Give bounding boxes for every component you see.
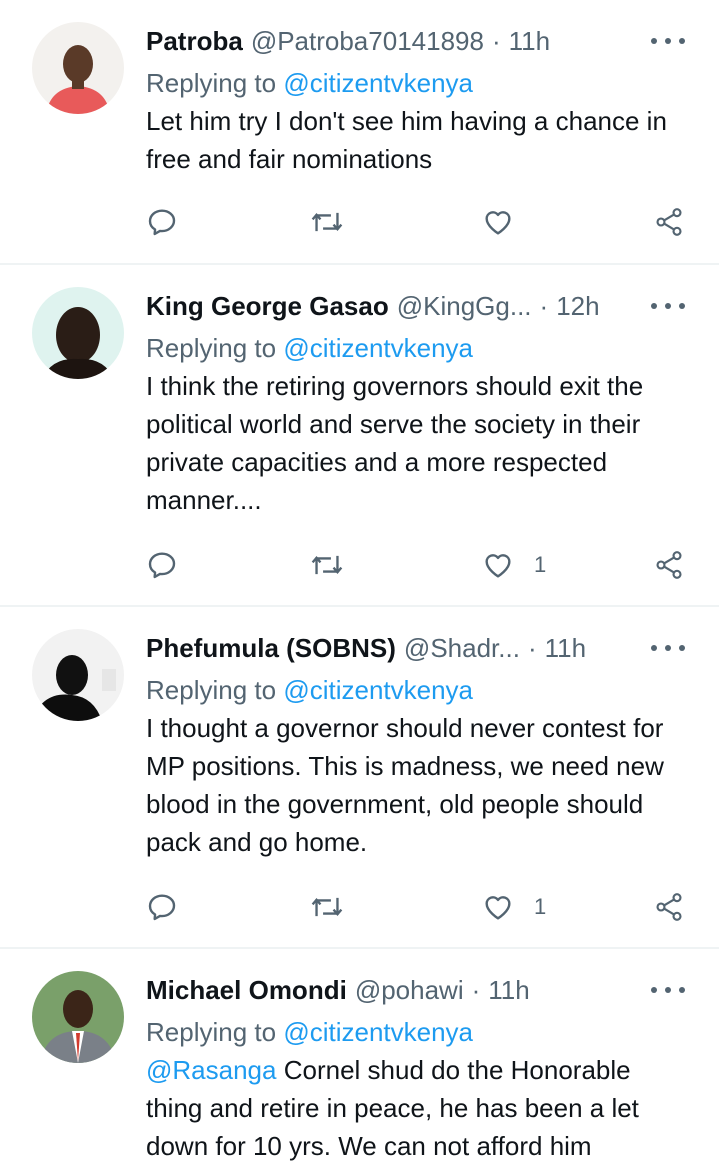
heart-icon (485, 554, 511, 578)
replying-prefix: Replying to (146, 68, 277, 98)
replying-mention-link[interactable]: @citizentvkenya (283, 333, 473, 363)
more-icon[interactable] (651, 979, 685, 1001)
like-count: 1 (534, 894, 547, 919)
share-icon (656, 551, 682, 579)
tweet-text: I thought a governor should never contes… (146, 709, 691, 861)
separator-dot: · (539, 290, 549, 321)
share-button[interactable] (653, 545, 685, 585)
tweet-text: @Rasanga Cornel shud do the Honorable th… (146, 1051, 691, 1165)
timestamp[interactable]: 12h (556, 291, 599, 322)
like-button[interactable]: 1 (482, 887, 546, 927)
author-name[interactable]: Michael Omondi (146, 975, 347, 1006)
share-button[interactable] (653, 887, 685, 927)
mention-link[interactable]: @Rasanga (146, 1055, 276, 1085)
more-icon[interactable] (651, 637, 685, 659)
tweet[interactable]: Phefumula (SOBNS) @Shadr... · 11h Replyi… (0, 607, 719, 949)
tweet-text-body: Let him try I don't see him having a cha… (146, 106, 667, 174)
tweet[interactable]: Patroba @Patroba70141898 · 11h Replying … (0, 0, 719, 265)
avatar[interactable] (32, 287, 124, 379)
separator-dot: · (471, 974, 481, 1005)
author-handle[interactable]: @KingGg... (397, 291, 532, 322)
retweet-button[interactable] (310, 202, 344, 242)
replying-mention-link[interactable]: @citizentvkenya (283, 68, 473, 98)
more-icon[interactable] (651, 30, 685, 52)
like-button[interactable]: 1 (482, 545, 546, 585)
replying-prefix: Replying to (146, 675, 277, 705)
retweet-button[interactable] (310, 545, 344, 585)
retweet-button[interactable] (310, 887, 344, 927)
reply-icon (148, 894, 176, 921)
more-icon[interactable] (651, 295, 685, 317)
replying-to: Replying to @citizentvkenya (146, 64, 695, 102)
like-button[interactable] (482, 202, 534, 242)
share-icon (656, 893, 682, 921)
replying-mention-link[interactable]: @citizentvkenya (283, 1017, 473, 1047)
tweet-text: Let him try I don't see him having a cha… (146, 102, 686, 178)
replying-mention-link[interactable]: @citizentvkenya (283, 675, 473, 705)
tweet-text-body: I think the retiring governors should ex… (146, 371, 644, 515)
replying-prefix: Replying to (146, 1017, 277, 1047)
retweet-icon (311, 897, 343, 917)
author-name[interactable]: Phefumula (SOBNS) (146, 633, 396, 664)
replying-to: Replying to @citizentvkenya (146, 671, 695, 709)
reply-icon (148, 552, 176, 579)
retweet-icon (311, 555, 343, 575)
avatar[interactable] (32, 629, 124, 721)
replying-to: Replying to @citizentvkenya (146, 1013, 695, 1051)
retweet-icon (311, 212, 343, 232)
author-name[interactable]: King George Gasao (146, 291, 389, 322)
reply-icon (148, 209, 176, 236)
tweet-text: I think the retiring governors should ex… (146, 367, 691, 519)
tweet-actions (146, 202, 691, 242)
tweet[interactable]: King George Gasao @KingGg... · 12h Reply… (0, 265, 719, 607)
share-icon (656, 208, 682, 236)
replying-to: Replying to @citizentvkenya (146, 329, 695, 367)
heart-icon (485, 211, 511, 235)
separator-dot: · (491, 25, 501, 56)
tweet-actions: 1 (146, 545, 691, 585)
avatar[interactable] (32, 22, 124, 114)
tweet[interactable]: Michael Omondi @pohawi · 11h Replying to… (0, 949, 719, 1168)
heart-icon (485, 896, 511, 920)
tweet-text-body: I thought a governor should never contes… (146, 713, 664, 857)
author-handle[interactable]: @pohawi (355, 975, 464, 1006)
replying-prefix: Replying to (146, 333, 277, 363)
author-handle[interactable]: @Shadr... (404, 633, 520, 664)
timestamp[interactable]: 11h (509, 26, 550, 57)
share-button[interactable] (653, 202, 685, 242)
like-count: 1 (534, 552, 547, 577)
avatar[interactable] (32, 971, 124, 1063)
separator-dot: · (527, 632, 537, 663)
timestamp[interactable]: 11h (545, 633, 586, 664)
tweet-actions: 1 (146, 887, 691, 927)
reply-button[interactable] (146, 887, 178, 927)
reply-button[interactable] (146, 545, 178, 585)
author-handle[interactable]: @Patroba70141898 (251, 26, 484, 57)
reply-button[interactable] (146, 202, 178, 242)
timestamp[interactable]: 11h (488, 975, 529, 1006)
author-name[interactable]: Patroba (146, 26, 243, 57)
